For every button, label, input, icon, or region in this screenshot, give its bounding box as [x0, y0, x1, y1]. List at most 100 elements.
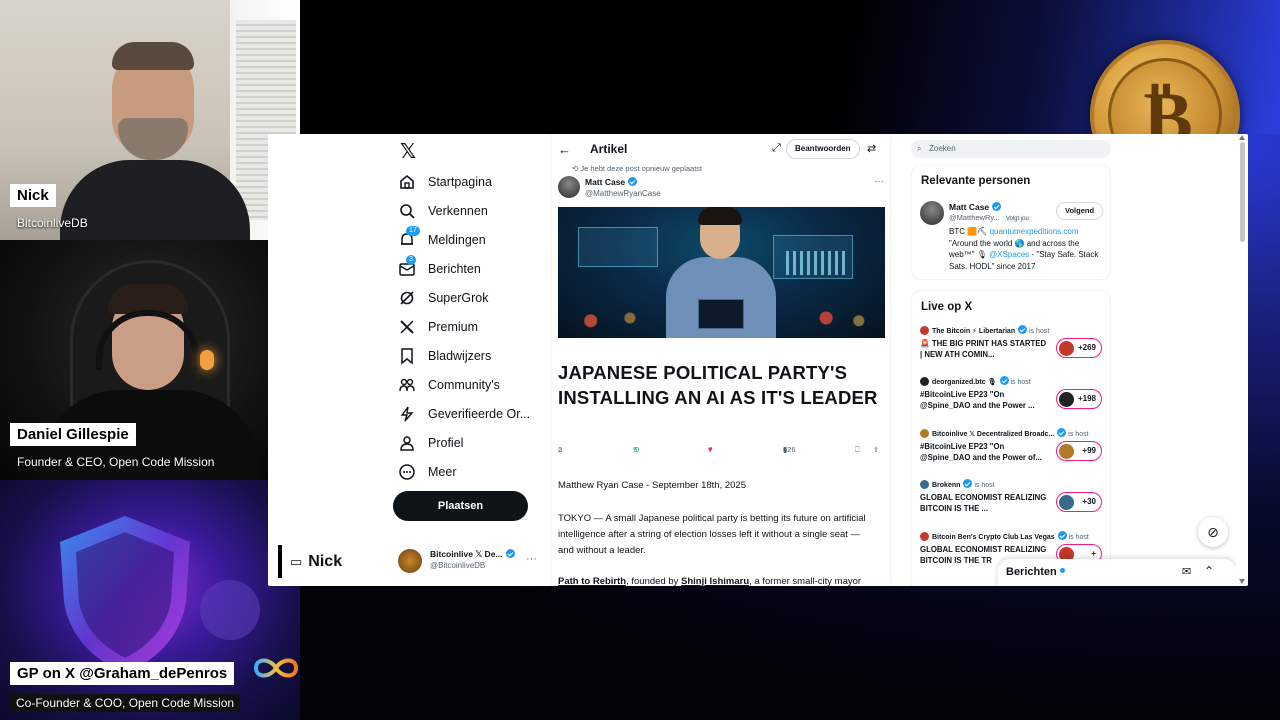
listener-count: +99 [1056, 441, 1102, 461]
space-title: GLOBAL ECONOMIST REALIZING BITCOIN IS TH… [920, 493, 1047, 513]
author-name[interactable]: Matt Case [585, 177, 638, 187]
shield-icon [60, 516, 190, 674]
listener-avatar [1059, 340, 1074, 356]
founder-link[interactable]: Shinji Ishimaru [681, 576, 749, 586]
avatar [398, 549, 422, 573]
new-message-icon[interactable]: ✉ [1182, 565, 1191, 578]
avatar[interactable] [920, 201, 944, 225]
share-icon[interactable]: ⇪ [873, 445, 879, 454]
nav-label: Community's [428, 378, 500, 392]
verified-icon [628, 177, 638, 186]
person-icon [400, 436, 414, 451]
verified-icon [963, 479, 973, 488]
grok-icon [400, 291, 414, 305]
article-paragraph: TOKYO — A small Japanese political party… [558, 513, 866, 556]
bookmark-action-icon[interactable]: ⎕ [855, 445, 860, 455]
listener-avatar [1059, 494, 1074, 510]
nav-item-notifications[interactable]: 17 Meldingen [398, 226, 486, 252]
people-icon [399, 378, 415, 392]
more-options-icon[interactable]: ··· [874, 176, 884, 187]
nav-item-bookmarks[interactable]: Bladwijzers [398, 344, 491, 368]
account-switcher[interactable]: Bitcoinlive 𝕏 De... @BitcoinliveDB ··· [398, 547, 538, 577]
account-handle: @BitcoinliveDB [430, 561, 486, 570]
follows-you-badge: Volgt jou [1002, 216, 1032, 222]
nav-label: Geverifieerde Or... [428, 407, 531, 421]
live-on-x-card: Live op X The Bitcoin ⚡ Libertarian is h… [911, 290, 1111, 586]
x-logo-icon[interactable]: 𝕏 [398, 142, 418, 162]
lamp-light [200, 350, 214, 370]
nav-item-profile[interactable]: Profiel [398, 431, 463, 455]
following-button[interactable]: Volgend [1056, 202, 1104, 220]
account-name: Bitcoinlive 𝕏 De... [430, 549, 515, 560]
back-arrow-icon[interactable]: ← [558, 142, 571, 157]
scroll-up-icon[interactable] [1239, 134, 1245, 140]
nav-label: Profiel [428, 436, 464, 450]
nav-item-messages[interactable]: 3 Berichten [398, 255, 481, 281]
nav-item-home[interactable]: Startpagina [398, 170, 492, 194]
verified-icon [1018, 325, 1028, 334]
unread-dot [1059, 568, 1065, 573]
nav-item-more[interactable]: Meer [398, 460, 456, 484]
author-avatar[interactable] [558, 176, 580, 198]
more-dots-icon[interactable]: ··· [526, 553, 537, 565]
lightning-icon [400, 406, 414, 422]
card-title: Live op X [921, 301, 973, 313]
nav-item-verified-orgs[interactable]: Geverifieerde Or... [398, 402, 530, 426]
party-link[interactable]: Path to Rebirth [558, 576, 626, 586]
verified-icon [505, 549, 515, 558]
post-button[interactable]: Plaatsen [393, 491, 528, 521]
expand-up-icon[interactable]: ⌃ [1204, 564, 1214, 578]
live-space-item[interactable]: The Bitcoin ⚡ Libertarian is host 🚨 THE … [920, 325, 1106, 369]
bio-link[interactable]: quantumexpeditions.com [990, 227, 1079, 236]
x-premium-icon [400, 320, 414, 334]
live-space-item[interactable]: deorganized.btc 🎙 is host #BitcoinLive E… [920, 376, 1106, 420]
messages-drawer[interactable]: Berichten ✉ ⌃ [998, 559, 1236, 586]
scrollbar-thumb[interactable] [1240, 142, 1245, 242]
live-space-item[interactable]: Brokenn is host GLOBAL ECONOMIST REALIZI… [920, 479, 1106, 523]
host-avatar [920, 532, 929, 541]
live-space-item[interactable]: Bitcoinlive 𝕏 Decentralized Broadc... is… [920, 428, 1106, 472]
person-name[interactable]: Matt Case [949, 202, 1002, 212]
nav-label: Meldingen [428, 233, 486, 247]
cam1-role: BitcoinliveDB [17, 216, 88, 230]
article-title: JAPANESE POLITICAL PARTY'S INSTALLING AN… [558, 362, 878, 408]
nav-label: Berichten [428, 262, 481, 276]
space-title: 🚨 THE BIG PRINT HAS STARTED | NEW ATH CO… [920, 339, 1047, 359]
host-avatar [920, 377, 929, 386]
bio-mention[interactable]: @XSpaces [989, 250, 1029, 259]
messages-label: Berichten [1006, 566, 1065, 578]
nav-item-communities[interactable]: Community's [398, 373, 500, 397]
verified-icon [992, 202, 1002, 211]
article-hero-image [558, 207, 885, 338]
person-hair [112, 42, 194, 70]
x-browser-window: 𝕏 Startpagina Verkennen 17 Meldingen 3 B… [268, 134, 1248, 586]
scrollbar[interactable] [1236, 134, 1248, 586]
author-handle[interactable]: @MatthewRyanCase [585, 189, 661, 198]
search-icon: ⌕ [917, 144, 922, 153]
space-host: deorganized.btc 🎙 is host [932, 376, 1031, 386]
grok-button[interactable]: ⊘ [1198, 517, 1228, 547]
messages-badge: 3 [406, 255, 416, 265]
search-input[interactable]: ⌕ Zoeken [911, 140, 1111, 158]
notification-badge: 17 [406, 226, 420, 236]
reply-button[interactable]: Beantwoorden [786, 139, 860, 159]
expand-icon[interactable]: ⤢ [772, 142, 781, 155]
space-host: Bitcoinlive 𝕏 Decentralized Broadc... is… [932, 428, 1089, 438]
home-icon [400, 174, 414, 189]
nav-label: Bladwijzers [428, 349, 492, 363]
cam3-role: Co-Founder & COO, Open Code Mission [10, 694, 241, 712]
listener-count: +269 [1056, 338, 1102, 358]
host-avatar [920, 480, 929, 489]
nav-item-supergrok[interactable]: SuperGrok [398, 286, 488, 310]
settings-sliders-icon[interactable]: ⇄ [867, 142, 876, 155]
search-icon [400, 204, 415, 219]
search-placeholder: Zoeken [929, 144, 956, 153]
person-beard [118, 118, 188, 160]
host-avatar [920, 429, 929, 438]
article-byline: Matthew Ryan Case - September 18th, 2025 [558, 480, 746, 491]
engagement-bar: ○ 2 ⟲ 5 ♥ 7 ▮ 626 ⎕ ⇪ [558, 445, 880, 455]
person-body [60, 160, 250, 240]
nav-item-premium[interactable]: Premium [398, 315, 478, 339]
scroll-down-icon[interactable] [1239, 579, 1245, 584]
nav-item-explore[interactable]: Verkennen [398, 199, 488, 223]
